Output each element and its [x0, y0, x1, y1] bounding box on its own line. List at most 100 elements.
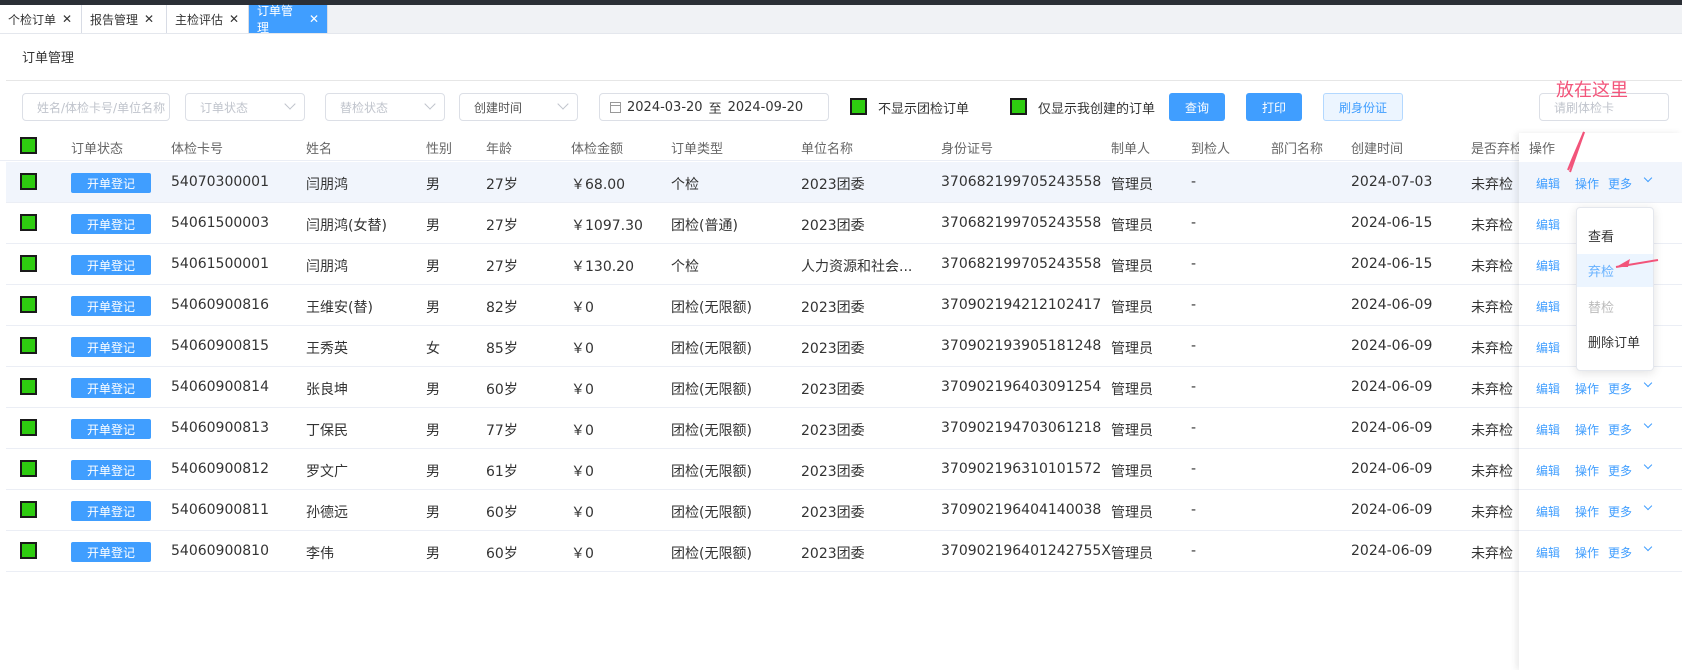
chevron-down-icon[interactable]: [1643, 460, 1653, 470]
menu-item-view[interactable]: 查看: [1577, 219, 1653, 252]
select-all-checkbox[interactable]: [20, 137, 37, 154]
operations-cell: 编辑 操作 更多: [1519, 531, 1682, 572]
tab-chief-evaluation[interactable]: 主检评估 ✕: [167, 5, 249, 33]
cell-created: 2024-06-09: [1351, 379, 1433, 395]
edit-link[interactable]: 编辑: [1536, 257, 1560, 274]
hide-group-checkbox[interactable]: [850, 98, 867, 115]
date-start: 2024-03-20: [627, 99, 703, 115]
row-checkbox[interactable]: [20, 419, 37, 436]
table-row[interactable]: 开单登记 54060900815 王秀英 女 85岁 ￥0 团检(无限额) 2023团委 370…: [6, 326, 1682, 367]
chevron-down-icon[interactable]: [1643, 378, 1653, 388]
table-row[interactable]: 开单登记 54060900810 李伟 男 60岁 ￥0 团检(无限额) 2023团委 3709…: [6, 531, 1682, 572]
edit-link[interactable]: 编辑: [1536, 298, 1560, 315]
cell-abandon: 未弃检: [1471, 382, 1513, 398]
only-mine-checkbox[interactable]: [1010, 98, 1027, 115]
operations-cell: 编辑 操作 更多: [1519, 367, 1682, 408]
table-row[interactable]: 开单登记 54060900814 张良坤 男 60岁 ￥0 团检(无限额) 2023团委 370…: [6, 367, 1682, 408]
row-checkbox[interactable]: [20, 255, 37, 272]
edit-link[interactable]: 编辑: [1536, 175, 1560, 192]
table-row[interactable]: 开单登记 54061500001 闫朋鸿 男 27岁 ￥130.20 个检 人力资源和社会..…: [6, 244, 1682, 285]
page-title: 订单管理: [22, 51, 75, 66]
tab-order-management[interactable]: 订单管理 ✕: [249, 4, 328, 35]
table-row[interactable]: 开单登记 54061500003 闫朋鸿(女替) 男 27岁 ￥1097.30 团检(普通)…: [6, 203, 1682, 244]
cell-maker: 管理员: [1111, 382, 1153, 398]
more-link[interactable]: 更多: [1608, 462, 1632, 479]
cell-id-no: 370902196401242755X: [941, 543, 1111, 559]
action-link[interactable]: 操作: [1575, 503, 1599, 520]
close-icon[interactable]: ✕: [229, 12, 239, 26]
operations-cell: 编辑 操作 更多: [1519, 449, 1682, 490]
row-checkbox[interactable]: [20, 460, 37, 477]
more-link[interactable]: 更多: [1608, 544, 1632, 561]
row-checkbox[interactable]: [20, 214, 37, 231]
edit-link[interactable]: 编辑: [1536, 544, 1560, 561]
edit-link[interactable]: 编辑: [1536, 421, 1560, 438]
print-button[interactable]: 打印: [1246, 93, 1302, 121]
cell-arrival: -: [1191, 215, 1197, 231]
action-link[interactable]: 操作: [1575, 380, 1599, 397]
table-row[interactable]: 开单登记 54060900812 罗文广 男 61岁 ￥0 团检(无限额) 2023团委 370…: [6, 449, 1682, 490]
row-checkbox[interactable]: [20, 173, 37, 190]
chevron-down-icon[interactable]: [1643, 419, 1653, 429]
menu-item-delete-order[interactable]: 删除订单: [1577, 325, 1653, 358]
action-link[interactable]: 操作: [1575, 462, 1599, 479]
cell-created: 2024-06-09: [1351, 543, 1433, 559]
more-link[interactable]: 更多: [1608, 175, 1632, 192]
cell-abandon: 未弃检: [1471, 218, 1513, 234]
chevron-down-icon: [284, 98, 296, 110]
action-link[interactable]: 操作: [1575, 421, 1599, 438]
edit-link[interactable]: 编辑: [1536, 462, 1560, 479]
cell-name: 闫朋鸿: [306, 259, 348, 275]
cell-order-type: 团检(普通): [671, 218, 738, 234]
edit-link[interactable]: 编辑: [1536, 380, 1560, 397]
row-checkbox[interactable]: [20, 542, 37, 559]
chevron-down-icon[interactable]: [1643, 501, 1653, 511]
time-type-select[interactable]: 创建时间: [459, 93, 578, 121]
more-link[interactable]: 更多: [1608, 380, 1632, 397]
row-checkbox[interactable]: [20, 296, 37, 313]
edit-link[interactable]: 编辑: [1536, 503, 1560, 520]
chevron-down-icon[interactable]: [1643, 173, 1653, 183]
cell-card-no: 54060900814: [171, 379, 269, 395]
edit-link[interactable]: 编辑: [1536, 216, 1560, 233]
row-checkbox[interactable]: [20, 378, 37, 395]
cell-arrival: -: [1191, 379, 1197, 395]
more-link[interactable]: 更多: [1608, 421, 1632, 438]
action-link[interactable]: 操作: [1575, 544, 1599, 561]
row-checkbox[interactable]: [20, 337, 37, 354]
substitute-status-select[interactable]: 替检状态: [325, 93, 445, 121]
tab-report-management[interactable]: 报告管理 ✕: [82, 5, 167, 33]
cell-id-no: 370682199705243558: [941, 215, 1102, 231]
tab-personal-orders[interactable]: 个检订单 ✕: [0, 5, 82, 33]
more-link[interactable]: 更多: [1608, 503, 1632, 520]
cell-amount: ￥0: [571, 505, 594, 521]
order-status-select[interactable]: 订单状态: [185, 93, 305, 121]
action-link[interactable]: 操作: [1575, 175, 1599, 192]
cell-name: 王秀英: [306, 341, 348, 357]
close-icon[interactable]: ✕: [144, 12, 154, 26]
cell-card-no: 54060900816: [171, 297, 269, 313]
row-checkbox[interactable]: [20, 501, 37, 518]
table-row[interactable]: 开单登记 54060900816 王维安(替) 男 82岁 ￥0 团检(无限额) 2023团委…: [6, 285, 1682, 326]
edit-link[interactable]: 编辑: [1536, 339, 1560, 356]
cell-card-no: 54060900815: [171, 338, 269, 354]
table-row[interactable]: 开单登记 54070300001 闫朋鸿 男 27岁 ￥68.00 个检 2023团委 3706…: [6, 162, 1682, 203]
swipe-id-button[interactable]: 刷身份证: [1323, 93, 1403, 121]
search-input[interactable]: 姓名/体检卡号/单位名称: [22, 93, 170, 121]
query-button[interactable]: 查询: [1169, 93, 1225, 121]
cell-card-no: 54060900811: [171, 502, 269, 518]
table-row[interactable]: 开单登记 54060900813 丁保民 男 77岁 ￥0 团检(无限额) 2023团委 370…: [6, 408, 1682, 449]
cell-sex: 男: [426, 382, 440, 398]
date-range-picker[interactable]: 2024-03-20 至 2024-09-20: [599, 93, 829, 121]
status-badge: 开单登记: [71, 501, 151, 521]
close-icon[interactable]: ✕: [309, 12, 319, 26]
cell-maker: 管理员: [1111, 259, 1153, 275]
cell-abandon: 未弃检: [1471, 423, 1513, 439]
cell-created: 2024-06-09: [1351, 502, 1433, 518]
menu-item-abandon[interactable]: 弃检: [1577, 254, 1653, 287]
chevron-down-icon[interactable]: [1643, 542, 1653, 552]
table-row[interactable]: 开单登记 54060900811 孙德远 男 60岁 ￥0 团检(无限额) 2023团委 370…: [6, 490, 1682, 531]
col-name: 姓名: [306, 142, 333, 157]
cell-unit: 2023团委: [801, 177, 865, 193]
close-icon[interactable]: ✕: [62, 12, 72, 26]
